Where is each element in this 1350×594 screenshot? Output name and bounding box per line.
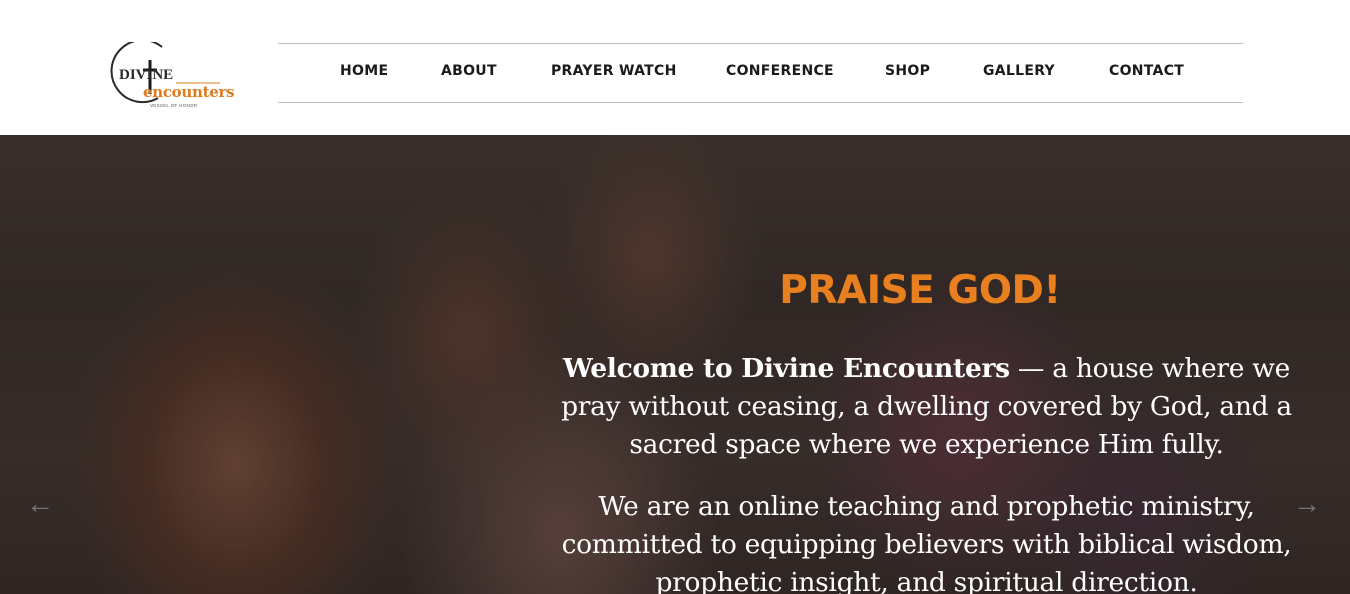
hero-title: PRAISE GOD! — [779, 268, 1061, 313]
logo-word-divine: DIVINE — [119, 67, 174, 83]
nav-item-prayer-watch[interactable]: PRAYER WATCH — [551, 63, 677, 79]
hero-welcome-bold: Welcome to Divine Encounters — [562, 353, 1010, 384]
hero-welcome-text: Welcome to Divine Encounters — a house w… — [560, 350, 1293, 464]
logo-word-encounters: encounters — [143, 83, 235, 101]
nav-item-gallery[interactable]: GALLERY — [983, 63, 1055, 79]
main-nav: HOME ABOUT PRAYER WATCH CONFERENCE SHOP … — [278, 43, 1243, 103]
nav-item-shop[interactable]: SHOP — [885, 63, 930, 79]
arrow-left-icon[interactable]: ← — [26, 488, 54, 520]
site-logo[interactable]: DIVINE encounters VESSEL OF HONOR — [110, 42, 240, 114]
nav-item-about[interactable]: ABOUT — [441, 63, 497, 79]
arrow-right-icon[interactable]: → — [1293, 488, 1321, 520]
nav-item-home[interactable]: HOME — [340, 63, 388, 79]
hero-slider: ← → PRAISE GOD! Welcome to Divine Encoun… — [0, 135, 1350, 594]
nav-item-contact[interactable]: CONTACT — [1109, 63, 1184, 79]
logo-tagline: VESSEL OF HONOR — [150, 103, 198, 108]
nav-item-conference[interactable]: CONFERENCE — [726, 63, 834, 79]
site-header: DIVINE encounters VESSEL OF HONOR HOME A… — [0, 0, 1350, 135]
hero-ministry-text: We are an online teaching and prophetic … — [561, 491, 1292, 594]
